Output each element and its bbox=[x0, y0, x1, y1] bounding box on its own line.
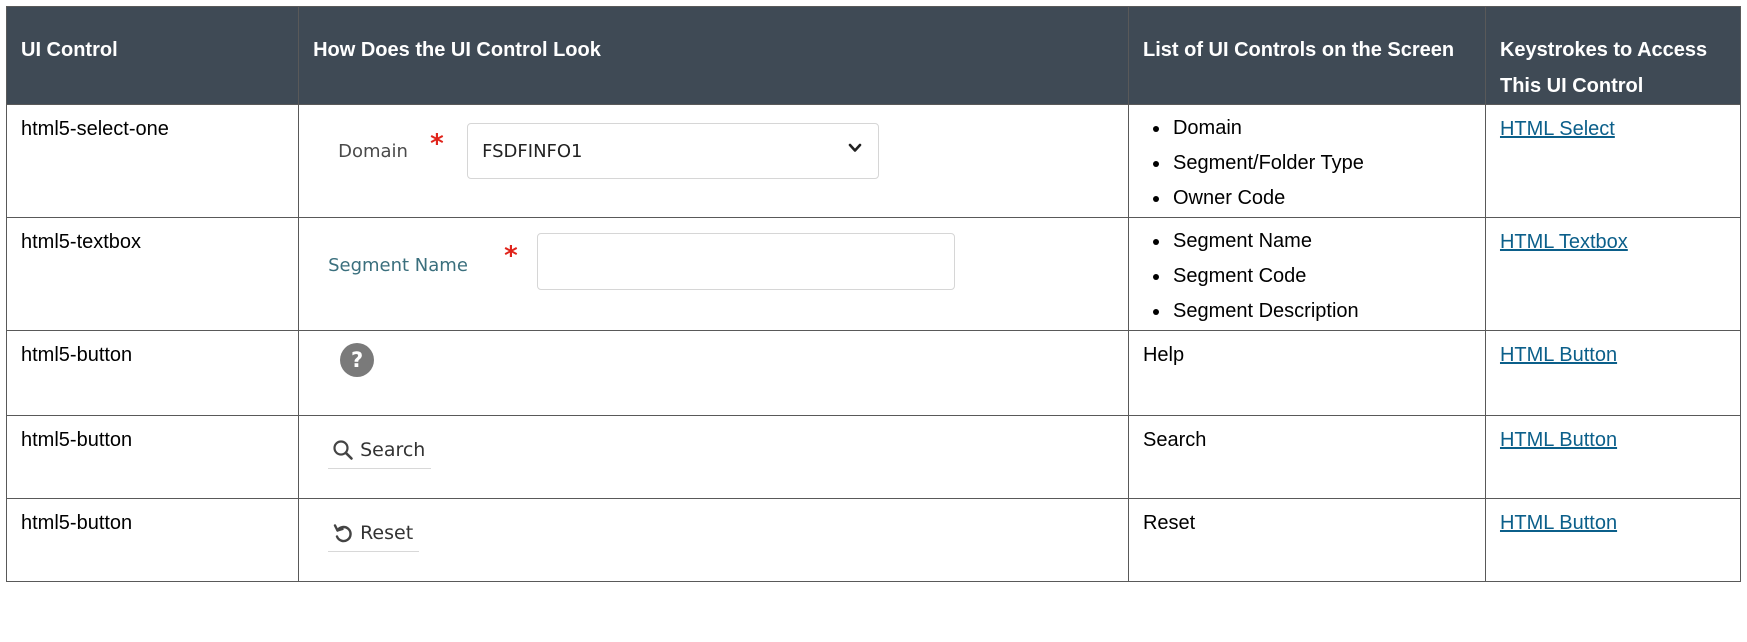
search-icon bbox=[333, 440, 353, 460]
control-list: Segment Name Segment Code Segment Descri… bbox=[1129, 224, 1485, 329]
table-row: html5-textbox Segment Name * Segment Nam… bbox=[5, 217, 1742, 331]
help-icon[interactable]: ? bbox=[340, 343, 375, 377]
keystroke-cell: HTML Select bbox=[1484, 104, 1742, 218]
list-text: Reset bbox=[1142, 512, 1196, 534]
look-cell: Search bbox=[298, 415, 1129, 499]
required-asterisk: * bbox=[504, 241, 518, 271]
table-row: html5-button ? Help HTML Button bbox=[5, 330, 1742, 416]
table-row: html5-button Reset Reset HTML Button bbox=[5, 498, 1742, 582]
reset-button[interactable]: Reset bbox=[328, 515, 420, 552]
html-select-link[interactable]: HTML Select bbox=[1500, 118, 1615, 140]
help-button-example: ? bbox=[299, 331, 1128, 415]
html-button-link[interactable]: HTML Button bbox=[1500, 344, 1617, 366]
header-look: How Does the UI Control Look bbox=[298, 6, 1129, 105]
required-asterisk: * bbox=[430, 129, 444, 159]
control-name: html5-button bbox=[21, 344, 133, 366]
control-name-cell: html5-select-one bbox=[5, 104, 300, 218]
list-cell: Search bbox=[1127, 415, 1486, 499]
list-cell: Segment Name Segment Code Segment Descri… bbox=[1127, 217, 1486, 331]
domain-label: Domain bbox=[338, 141, 408, 162]
look-cell: Reset bbox=[298, 498, 1129, 582]
list-cell: Reset bbox=[1127, 498, 1486, 582]
look-cell: Domain * FSDFINFO1 bbox=[298, 104, 1129, 218]
keystroke-cell: HTML Button bbox=[1484, 498, 1742, 582]
list-text: Search bbox=[1142, 429, 1207, 451]
search-button[interactable]: Search bbox=[328, 432, 432, 469]
domain-select-value: FSDFINFO1 bbox=[482, 141, 583, 162]
keystroke-cell: HTML Button bbox=[1484, 330, 1742, 416]
control-name: html5-textbox bbox=[21, 231, 142, 253]
keystroke-cell: HTML Textbox bbox=[1484, 217, 1742, 331]
segment-name-example: Segment Name * bbox=[299, 218, 1128, 330]
control-list: Domain Segment/Folder Type Owner Code bbox=[1129, 111, 1485, 216]
ui-controls-table-wrapper: UI Control How Does the UI Control Look … bbox=[5, 6, 1742, 582]
list-cell: Help bbox=[1127, 330, 1486, 416]
header-keystrokes: Keystrokes to Access This UI Control bbox=[1484, 6, 1742, 105]
list-item: Segment Description bbox=[1171, 294, 1485, 329]
domain-select-example: Domain * FSDFINFO1 bbox=[299, 105, 1128, 217]
segment-name-input[interactable] bbox=[537, 233, 956, 290]
control-name: html5-button bbox=[21, 512, 133, 534]
control-name: html5-select-one bbox=[21, 118, 169, 140]
domain-select[interactable]: FSDFINFO1 bbox=[467, 123, 880, 179]
header-row: UI Control How Does the UI Control Look … bbox=[5, 6, 1742, 105]
search-button-example: Search bbox=[299, 416, 1128, 498]
list-cell: Domain Segment/Folder Type Owner Code bbox=[1127, 104, 1486, 218]
look-cell: ? bbox=[298, 330, 1129, 416]
html-button-link[interactable]: HTML Button bbox=[1500, 512, 1617, 534]
look-cell: Segment Name * bbox=[298, 217, 1129, 331]
list-item: Segment Code bbox=[1171, 259, 1485, 294]
control-name-cell: html5-button bbox=[5, 330, 300, 416]
control-name-cell: html5-button bbox=[5, 415, 300, 499]
list-item: Domain bbox=[1171, 111, 1485, 146]
control-name-cell: html5-textbox bbox=[5, 217, 300, 331]
control-name: html5-button bbox=[21, 429, 133, 451]
html-textbox-link[interactable]: HTML Textbox bbox=[1500, 231, 1628, 253]
reset-icon bbox=[333, 524, 352, 543]
list-item: Segment Name bbox=[1171, 224, 1485, 259]
list-item: Owner Code bbox=[1171, 181, 1485, 216]
reset-button-label: Reset bbox=[360, 522, 414, 544]
ui-controls-table: UI Control How Does the UI Control Look … bbox=[5, 6, 1742, 582]
list-text: Help bbox=[1142, 344, 1185, 366]
chevron-down-icon bbox=[848, 143, 862, 152]
table-row: html5-select-one Domain * FSDFINFO1 Doma bbox=[5, 104, 1742, 218]
header-list: List of UI Controls on the Screen bbox=[1127, 6, 1486, 105]
list-item: Segment/Folder Type bbox=[1171, 146, 1485, 181]
search-button-label: Search bbox=[360, 439, 426, 461]
header-ui-control: UI Control bbox=[5, 6, 300, 105]
reset-button-example: Reset bbox=[299, 499, 1128, 581]
keystroke-cell: HTML Button bbox=[1484, 415, 1742, 499]
control-name-cell: html5-button bbox=[5, 498, 300, 582]
html-button-link[interactable]: HTML Button bbox=[1500, 429, 1617, 451]
segment-name-label: Segment Name bbox=[328, 255, 468, 276]
table-row: html5-button Search Search HTML Button bbox=[5, 415, 1742, 499]
